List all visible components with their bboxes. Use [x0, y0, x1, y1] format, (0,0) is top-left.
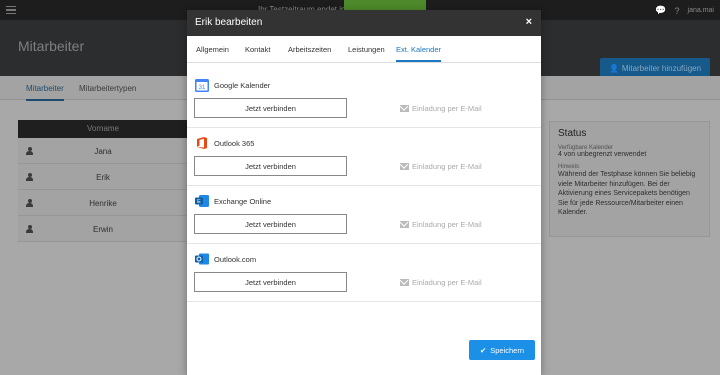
- provider-name: Exchange Online: [214, 197, 272, 206]
- hamburger-menu-icon[interactable]: [6, 6, 16, 14]
- column-header-firstname[interactable]: Vorname: [18, 120, 188, 138]
- edit-employee-dialog: Erik bearbeiten × Allgemein Kontakt Arbe…: [187, 10, 541, 375]
- page-title: Mitarbeiter: [18, 38, 85, 54]
- connect-button[interactable]: Jetzt verbinden: [194, 272, 347, 292]
- provider-google: 31 Google Kalender Jetzt verbinden Einla…: [187, 70, 541, 128]
- row-name: Erik: [96, 173, 110, 182]
- invite-label: Einladung per E-Mail: [412, 162, 482, 171]
- add-user-icon: 👤: [608, 63, 619, 73]
- email-invite-link[interactable]: Einladung per E-Mail: [400, 220, 482, 229]
- provider-name: Outlook.com: [214, 255, 257, 264]
- dialog-title: Erik bearbeiten: [195, 17, 263, 28]
- tab-ext-calendar[interactable]: Ext. Kalender: [396, 45, 442, 62]
- dialog-header: Erik bearbeiten ×: [187, 10, 541, 36]
- calendar-value: 4 von unbegrenzt verwendet: [558, 151, 647, 158]
- envelope-icon: [400, 105, 409, 112]
- google-calendar-icon: 31: [195, 78, 209, 92]
- tab-working-hours[interactable]: Arbeitszeiten: [288, 45, 331, 54]
- status-panel: Status Verfügbare Kalender 4 von unbegre…: [549, 121, 710, 237]
- help-icon[interactable]: ?: [675, 6, 680, 16]
- tab-contact[interactable]: Kontakt: [245, 45, 270, 54]
- exchange-icon: E: [195, 194, 209, 208]
- provider-name: Outlook 365: [214, 139, 255, 148]
- subnav-tab-employees[interactable]: Mitarbeiter: [26, 84, 64, 101]
- svg-text:31: 31: [199, 85, 206, 91]
- connect-button[interactable]: Jetzt verbinden: [194, 156, 347, 176]
- add-employee-label: Mitarbeiter hinzufügen: [621, 63, 702, 73]
- row-name: Erwin: [92, 225, 113, 234]
- user-area: 💬 ? jana.mai: [655, 5, 714, 16]
- office365-icon: [195, 136, 209, 150]
- row-name: Henrike: [89, 199, 117, 208]
- close-icon[interactable]: ×: [526, 16, 532, 28]
- hint-text: Während der Testphase können Sie beliebi…: [558, 171, 696, 216]
- save-label: Speichern: [490, 345, 525, 355]
- envelope-icon: [400, 163, 409, 170]
- email-invite-link[interactable]: Einladung per E-Mail: [400, 104, 482, 113]
- checkmark-icon: ✔: [479, 345, 487, 355]
- provider-exchange: E Exchange Online Jetzt verbinden Einlad…: [187, 186, 541, 244]
- connect-button[interactable]: Jetzt verbinden: [194, 214, 347, 234]
- connect-button[interactable]: Jetzt verbinden: [194, 98, 347, 118]
- status-title: Status: [558, 128, 587, 139]
- tab-services[interactable]: Leistungen: [348, 45, 385, 54]
- table-row[interactable]: Henrike: [18, 190, 188, 216]
- user-name[interactable]: jana.mai: [688, 7, 714, 14]
- add-employee-button[interactable]: 👤 Mitarbeiter hinzufügen: [600, 58, 710, 78]
- email-invite-link[interactable]: Einladung per E-Mail: [400, 278, 482, 287]
- svg-text:E: E: [197, 199, 201, 205]
- tab-general[interactable]: Allgemein: [196, 45, 229, 54]
- provider-outlook: Outlook.com Jetzt verbinden Einladung pe…: [187, 244, 541, 302]
- chat-icon[interactable]: 💬: [655, 5, 666, 16]
- email-invite-link[interactable]: Einladung per E-Mail: [400, 162, 482, 171]
- save-button[interactable]: ✔ Speichern: [469, 340, 535, 360]
- envelope-icon: [400, 221, 409, 228]
- invite-label: Einladung per E-Mail: [412, 220, 482, 229]
- outlook-icon: [195, 252, 209, 266]
- row-name: Jana: [94, 147, 112, 156]
- employee-table: Vorname Jana Erik Henrike Erwin: [18, 120, 188, 242]
- dialog-tabs: Allgemein Kontakt Arbeitszeiten Leistung…: [187, 36, 541, 63]
- subnav-tab-employee-types[interactable]: Mitarbeitertypen: [79, 84, 136, 93]
- table-row[interactable]: Erik: [18, 164, 188, 190]
- provider-office365: Outlook 365 Jetzt verbinden Einladung pe…: [187, 128, 541, 186]
- invite-label: Einladung per E-Mail: [412, 278, 482, 287]
- envelope-icon: [400, 279, 409, 286]
- provider-name: Google Kalender: [214, 81, 271, 90]
- table-row[interactable]: Erwin: [18, 216, 188, 242]
- invite-label: Einladung per E-Mail: [412, 104, 482, 113]
- table-row[interactable]: Jana: [18, 138, 188, 164]
